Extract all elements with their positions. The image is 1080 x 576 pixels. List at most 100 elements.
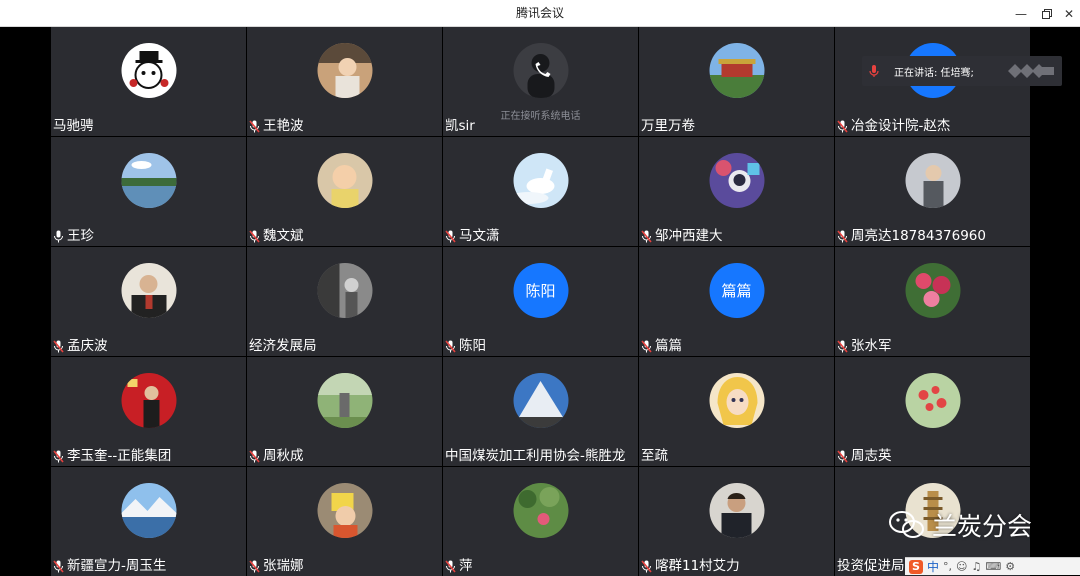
skin-icon[interactable]: ⚙ <box>1005 560 1015 573</box>
wechat-watermark: 兰炭分会 <box>888 507 1032 543</box>
voice-icon[interactable]: ♫ <box>971 560 981 573</box>
participant-name: 马文潇 <box>459 228 500 244</box>
watermark-text: 兰炭分会 <box>932 512 1033 541</box>
participant-name-row: 陈阳 <box>445 338 486 354</box>
speaker-icon <box>869 65 879 77</box>
sogou-logo-icon[interactable]: S <box>909 559 923 574</box>
participant-name-row: 马文潇 <box>445 228 500 244</box>
speaking-indicator: 正在讲话: 任培骞; <box>862 56 1062 86</box>
mic-muted-icon <box>837 229 848 243</box>
participant-tile[interactable]: 喀群11村艾力 <box>639 467 834 576</box>
participant-name-row: 孟庆波 <box>53 338 108 354</box>
avatar <box>513 153 568 208</box>
avatar <box>513 373 568 428</box>
title-bar: 腾讯会议 — ✕ <box>0 0 1080 27</box>
avatar-initials: 篇篇 <box>709 263 764 318</box>
avatar <box>121 153 176 208</box>
avatar <box>905 153 960 208</box>
mic-muted-icon <box>249 229 260 243</box>
participant-name: 周亮达18784376960 <box>851 228 986 244</box>
mic-muted-icon <box>53 559 64 573</box>
participant-tile[interactable]: 篇篇 篇篇 <box>639 247 834 356</box>
participant-name-row: 冶金设计院-赵杰 <box>837 118 950 134</box>
avatar <box>121 43 176 98</box>
left-margin <box>0 27 51 575</box>
participant-tile[interactable]: 邹冲西建大 <box>639 137 834 246</box>
minimize-icon: — <box>1015 6 1027 21</box>
participant-name-row: 萍 <box>445 558 473 574</box>
participant-tile[interactable]: 至疏 <box>639 357 834 466</box>
mic-muted-icon <box>53 449 64 463</box>
participant-name: 篇篇 <box>655 338 682 354</box>
participant-tile[interactable]: 王珍 <box>51 137 246 246</box>
participant-tile[interactable]: 陈阳 陈阳 <box>443 247 638 356</box>
participant-name-row: 邹冲西建大 <box>641 228 723 244</box>
participant-tile[interactable]: 孟庆波 <box>51 247 246 356</box>
participant-tile[interactable]: 新疆宣力-周玉生 <box>51 467 246 576</box>
avatar <box>121 263 176 318</box>
mic-muted-icon <box>445 229 456 243</box>
ime-toolbar[interactable]: S 中 °, ☺ ♫ ⌨ ⚙ <box>905 557 1080 575</box>
avatar <box>709 373 764 428</box>
participant-name: 魏文斌 <box>263 228 304 244</box>
participant-name-row: 篇篇 <box>641 338 682 354</box>
mic-muted-icon <box>837 119 848 133</box>
participant-tile[interactable]: 王艳波 <box>247 27 442 136</box>
mic-muted-icon <box>837 449 848 463</box>
participant-name: 中国煤炭加工利用协会-熊胜龙 <box>445 448 626 464</box>
participant-name: 马驰骋 <box>53 118 94 134</box>
avatar-initials: 陈阳 <box>513 263 568 318</box>
punctuation-icon[interactable]: °, <box>943 560 952 573</box>
participant-name: 张水军 <box>851 338 892 354</box>
participant-name: 万里万卷 <box>641 118 695 134</box>
participant-tile[interactable]: 周志英 <box>835 357 1030 466</box>
participant-name: 周志英 <box>851 448 892 464</box>
mic-muted-icon <box>249 119 260 133</box>
mic-muted-icon <box>249 449 260 463</box>
wechat-icon <box>889 511 924 538</box>
ime-mode[interactable]: 中 <box>927 558 939 575</box>
participant-tile[interactable]: 魏文斌 <box>247 137 442 246</box>
participant-tile[interactable]: 马文潇 <box>443 137 638 246</box>
participant-name-row: 周亮达18784376960 <box>837 228 986 244</box>
mic-muted-icon <box>249 559 260 573</box>
avatar <box>121 483 176 538</box>
participant-tile[interactable]: 周秋成 <box>247 357 442 466</box>
participant-name: 孟庆波 <box>67 338 108 354</box>
participant-tile[interactable]: 李玉奎--正能集团 <box>51 357 246 466</box>
participant-tile[interactable]: 张水军 <box>835 247 1030 356</box>
participant-name: 至疏 <box>641 448 668 464</box>
participant-tile[interactable]: 周亮达18784376960 <box>835 137 1030 246</box>
participant-grid: 马驰骋 王艳波 正在接听系统电话 凯sir 万里万卷 冶金设计院-赵杰王珍 魏文斌 马文潇 邹冲… <box>51 27 1030 576</box>
avatar <box>317 43 372 98</box>
participant-tile[interactable]: 经济发展局 <box>247 247 442 356</box>
close-button[interactable]: ✕ <box>1054 0 1080 27</box>
participant-name-row: 中国煤炭加工利用协会-熊胜龙 <box>445 448 625 464</box>
participant-tile[interactable]: 万里万卷 <box>639 27 834 136</box>
avatar <box>317 263 372 318</box>
participant-tile[interactable]: 张瑞娜 <box>247 467 442 576</box>
participant-tile[interactable]: 正在接听系统电话 凯sir <box>443 27 638 136</box>
participant-tile[interactable]: 马驰骋 <box>51 27 246 136</box>
mic-muted-icon <box>53 339 64 353</box>
participant-name-row: 周志英 <box>837 448 892 464</box>
participant-name-row: 王珍 <box>53 228 94 244</box>
participant-name-row: 李玉奎--正能集团 <box>53 448 171 464</box>
participant-name-row: 马驰骋 <box>53 118 94 134</box>
keyboard-icon[interactable]: ⌨ <box>985 560 1001 573</box>
avatar <box>513 43 568 98</box>
participant-name: 周秋成 <box>263 448 304 464</box>
emoji-icon[interactable]: ☺ <box>956 560 967 573</box>
speaking-text: 正在讲话: 任培骞; <box>894 67 974 79</box>
participant-tile[interactable]: 萍 <box>443 467 638 576</box>
mic-muted-icon <box>445 559 456 573</box>
restore-icon <box>1042 8 1052 19</box>
avatar <box>513 483 568 538</box>
mic-muted-icon <box>641 229 652 243</box>
avatar <box>905 373 960 428</box>
participant-name: 喀群11村艾力 <box>655 558 740 574</box>
participant-name-row: 张水军 <box>837 338 892 354</box>
participant-name-row: 经济发展局 <box>249 338 317 354</box>
participant-tile[interactable]: 中国煤炭加工利用协会-熊胜龙 <box>443 357 638 466</box>
mic-muted-icon <box>837 339 848 353</box>
